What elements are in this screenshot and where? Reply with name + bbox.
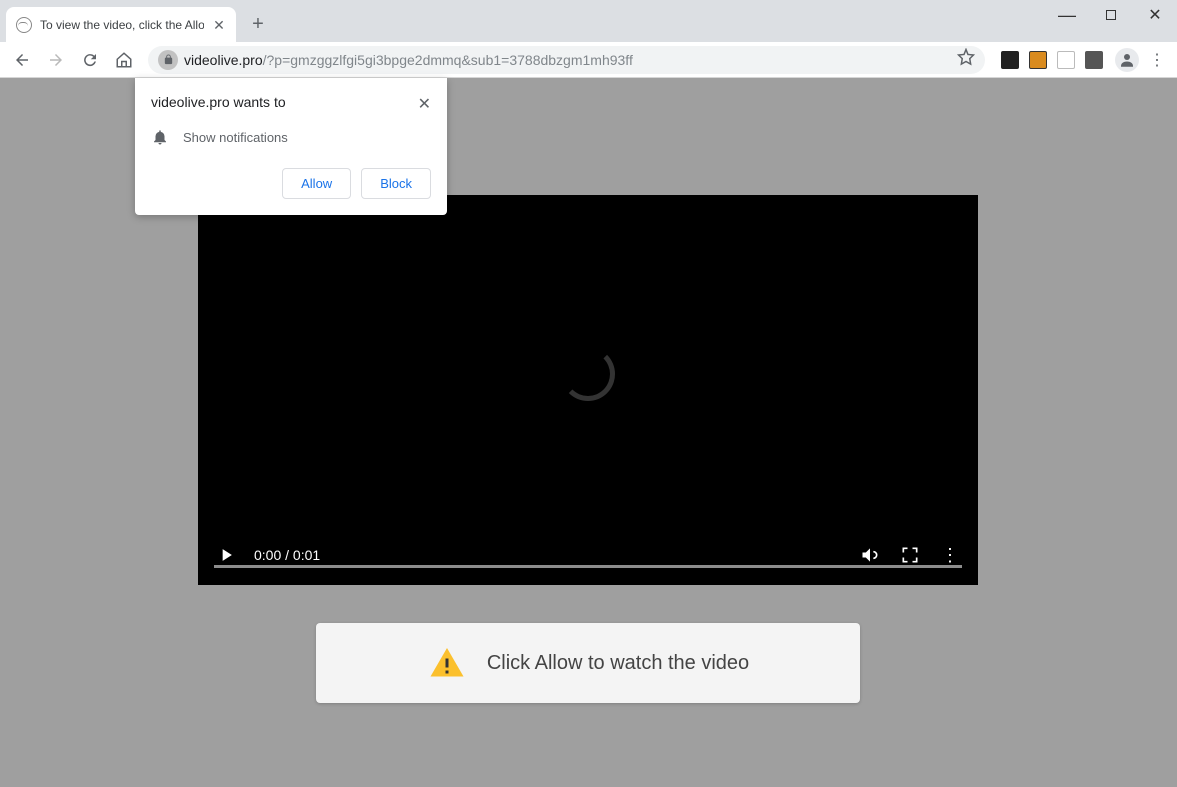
home-button[interactable]	[110, 46, 138, 74]
globe-icon	[16, 17, 32, 33]
dialog-close-icon[interactable]: ✕	[418, 94, 431, 114]
bell-icon	[151, 128, 169, 146]
fullscreen-icon[interactable]	[898, 545, 922, 565]
url-text: videolive.pro/?p=gmzggzlfgi5gi3bpge2dmmq…	[184, 52, 633, 68]
window-close-button[interactable]: ✕	[1133, 0, 1177, 30]
browser-toolbar: videolive.pro/?p=gmzggzlfgi5gi3bpge2dmmq…	[0, 42, 1177, 78]
tab-title: To view the video, click the Allow	[40, 18, 204, 32]
play-button[interactable]	[214, 545, 238, 565]
window-controls: — ✕	[1045, 0, 1177, 30]
allow-button[interactable]: Allow	[282, 168, 351, 199]
kebab-menu-icon[interactable]: ⋮	[1145, 50, 1169, 70]
progress-bar[interactable]	[214, 565, 962, 568]
reload-button[interactable]	[76, 46, 104, 74]
extension-icons	[995, 51, 1109, 69]
profile-avatar-icon[interactable]	[1115, 48, 1139, 72]
tab-close-icon[interactable]: ✕	[212, 18, 226, 32]
video-time: 0:00 / 0:01	[254, 547, 320, 563]
window-maximize-button[interactable]	[1089, 0, 1133, 30]
extension-icon[interactable]	[1001, 51, 1019, 69]
notification-permission-dialog: videolive.pro wants to ✕ Show notificati…	[135, 78, 447, 215]
warning-icon	[427, 645, 467, 681]
volume-icon[interactable]	[858, 545, 882, 565]
extension-icon[interactable]	[1085, 51, 1103, 69]
browser-tab[interactable]: To view the video, click the Allow ✕	[6, 7, 236, 43]
extension-icon[interactable]	[1029, 51, 1047, 69]
block-button[interactable]: Block	[361, 168, 431, 199]
address-bar[interactable]: videolive.pro/?p=gmzggzlfgi5gi3bpge2dmmq…	[148, 46, 985, 74]
instruction-text: Click Allow to watch the video	[487, 652, 749, 675]
bookmark-star-icon[interactable]	[957, 48, 975, 71]
loading-spinner-icon	[561, 347, 615, 401]
forward-button[interactable]	[42, 46, 70, 74]
instruction-banner: Click Allow to watch the video	[316, 623, 860, 703]
permission-origin-text: videolive.pro wants to	[151, 94, 286, 110]
new-tab-button[interactable]: +	[244, 10, 272, 38]
video-menu-icon[interactable]: ⋮	[938, 545, 962, 566]
lock-icon[interactable]	[158, 50, 178, 70]
window-titlebar: To view the video, click the Allow ✕ + —…	[0, 0, 1177, 42]
permission-item-label: Show notifications	[183, 130, 288, 145]
video-player[interactable]: 0:00 / 0:01 ⋮	[198, 195, 978, 585]
back-button[interactable]	[8, 46, 36, 74]
window-minimize-button[interactable]: —	[1045, 0, 1089, 30]
video-controls: 0:00 / 0:01 ⋮	[198, 525, 978, 585]
extension-icon[interactable]	[1057, 51, 1075, 69]
